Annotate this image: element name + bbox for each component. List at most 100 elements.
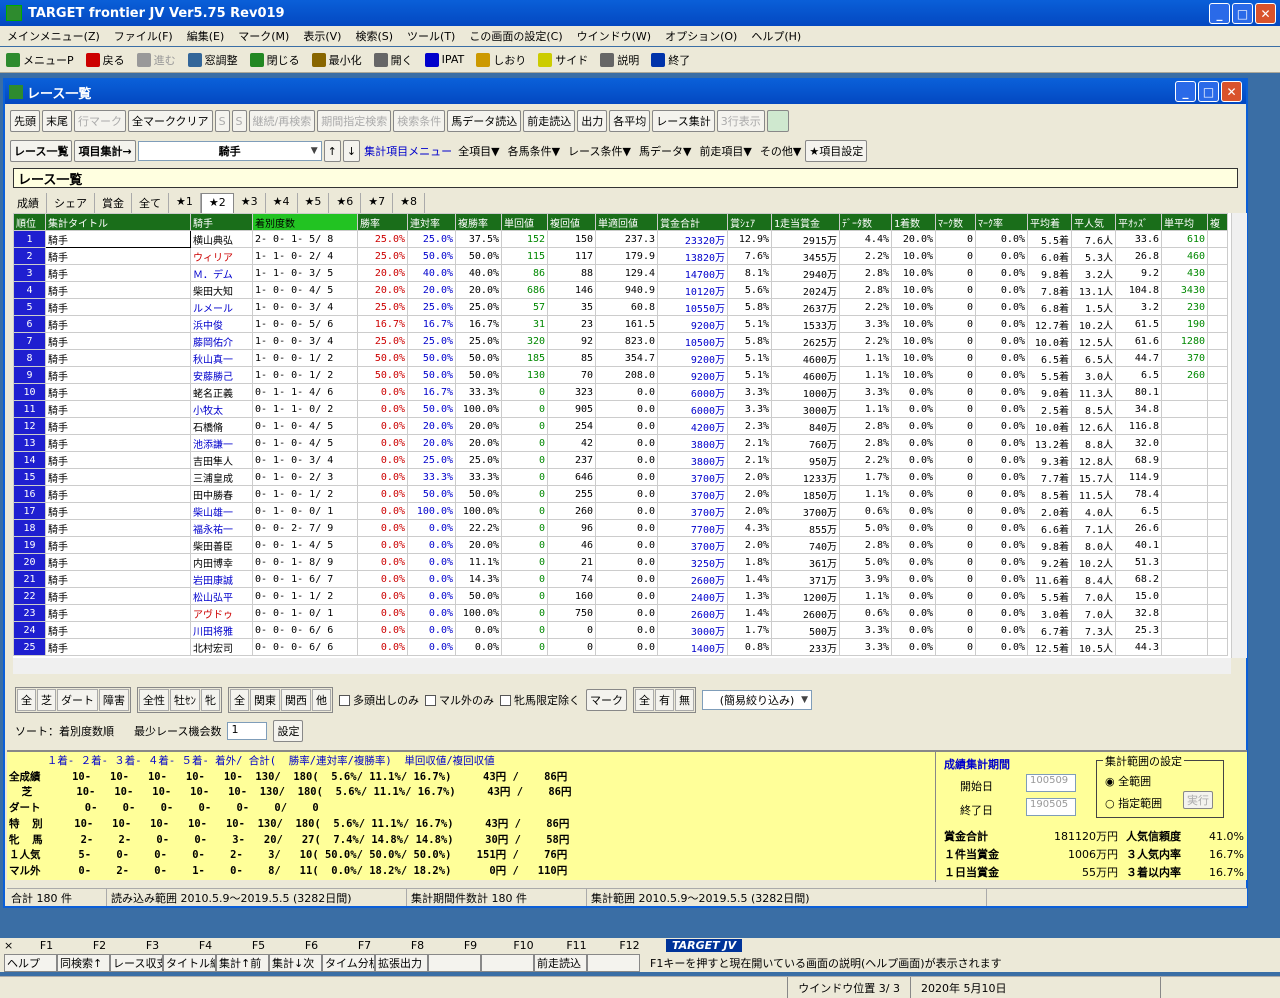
- horizontal-scrollbar[interactable]: [13, 658, 1231, 674]
- fkey-button-11[interactable]: [587, 954, 640, 972]
- tab-10[interactable]: ★7: [361, 193, 394, 213]
- menu-item-5[interactable]: 検索(S): [348, 28, 400, 44]
- action-button-5[interactable]: S: [231, 110, 247, 132]
- exec-button[interactable]: 実行: [1183, 791, 1213, 809]
- action-button-13[interactable]: レース集計: [652, 110, 715, 132]
- menu-item-6[interactable]: ツール(T): [400, 28, 462, 44]
- region-filter-option-2[interactable]: 関西: [281, 689, 311, 711]
- column-header-15[interactable]: ﾏｰｸ数: [935, 213, 976, 231]
- menu-item-1[interactable]: ファイル(F): [107, 28, 180, 44]
- sort-down-button[interactable]: ↓: [342, 140, 361, 162]
- column-header-13[interactable]: ﾃﾞｰﾀ数: [839, 213, 892, 231]
- child-close-button[interactable]: ✕: [1221, 81, 1242, 102]
- start-date-input[interactable]: 100509: [1026, 774, 1076, 792]
- dropdown-2[interactable]: レース条件▼: [566, 143, 633, 159]
- fkey-button-1[interactable]: 同検索↑: [57, 954, 110, 972]
- tab-2[interactable]: 賞金: [95, 193, 132, 213]
- column-header-6[interactable]: 複勝率: [455, 213, 502, 231]
- tab-8[interactable]: ★5: [298, 193, 330, 213]
- table-row[interactable]: 20 騎手 内田博幸 0- 0- 1- 8/ 9 0.0% 0.0% 11.1% 0 21 0.0…: [13, 553, 1228, 571]
- table-row[interactable]: 11 騎手 小牧太 0- 1- 1- 0/ 2 0.0% 50.0% 100.0% 0 905 0…: [13, 400, 1228, 418]
- fkey-button-3[interactable]: タイトル編集: [163, 954, 216, 972]
- table-row[interactable]: 7 騎手 藤岡佑介 1- 0- 0- 3/ 4 25.0% 25.0% 25.0% 320 92…: [13, 332, 1228, 350]
- filter-checkbox-0[interactable]: 多頭出しのみ: [339, 692, 419, 708]
- table-row[interactable]: 5 騎手 ルメール 1- 0- 0- 3/ 4 25.0% 25.0% 25.0% 57 35 6…: [13, 298, 1228, 316]
- table-row[interactable]: 1 騎手 横山典弘 2- 0- 1- 5/ 8 25.0% 25.0% 37.5% 152 15…: [13, 230, 1228, 248]
- column-header-8[interactable]: 複回値: [547, 213, 596, 231]
- column-header-18[interactable]: 平人気: [1071, 213, 1116, 231]
- table-row[interactable]: 24 騎手 川田将雅 0- 0- 0- 6/ 6 0.0% 0.0% 0.0% 0 0 0.0 30…: [13, 621, 1228, 639]
- column-header-14[interactable]: 1着数: [891, 213, 936, 231]
- column-header-19[interactable]: 平ｵｯｽﾞ: [1115, 213, 1162, 231]
- exit-figure-icon[interactable]: [766, 110, 789, 132]
- menu-item-0[interactable]: メインメニュー(Z): [0, 28, 107, 44]
- fkey-button-2[interactable]: レース収支: [110, 954, 163, 972]
- track-filter-option-2[interactable]: ダート: [57, 689, 98, 711]
- table-row[interactable]: 18 騎手 福永祐一 0- 0- 2- 7/ 9 0.0% 0.0% 22.2% 0 96 0.0…: [13, 519, 1228, 537]
- toolbar-button-0[interactable]: メニューP: [0, 52, 80, 68]
- vertical-scrollbar[interactable]: [1231, 213, 1247, 658]
- toolbar-button-9[interactable]: サイド: [532, 52, 594, 68]
- tab-5[interactable]: ★2: [200, 193, 234, 213]
- action-button-14[interactable]: 3行表示: [716, 110, 765, 132]
- column-header-10[interactable]: 賞金合計: [657, 213, 728, 231]
- action-button-10[interactable]: 前走読込: [523, 110, 576, 132]
- toolbar-button-1[interactable]: 戻る: [80, 52, 131, 68]
- item-aggregate-button[interactable]: 項目集計→: [74, 140, 136, 162]
- table-row[interactable]: 8 騎手 秋山真一 1- 0- 0- 1/ 2 50.0% 50.0% 50.0% 185 85…: [13, 349, 1228, 367]
- table-row[interactable]: 12 騎手 石橋脩 0- 1- 0- 4/ 5 0.0% 20.0% 20.0% 0 254 0.…: [13, 417, 1228, 435]
- column-header-9[interactable]: 単適回値: [595, 213, 658, 231]
- table-row[interactable]: 14 騎手 吉田隼人 0- 1- 0- 3/ 4 0.0% 25.0% 25.0% 0 237 0…: [13, 451, 1228, 469]
- toolbar-button-2[interactable]: 進む: [131, 52, 182, 68]
- action-button-12[interactable]: 各平均: [609, 110, 651, 132]
- toolbar-button-5[interactable]: 最小化: [306, 52, 368, 68]
- action-button-1[interactable]: 末尾: [42, 110, 72, 132]
- action-button-0[interactable]: 先頭: [10, 110, 40, 132]
- dropdown-0[interactable]: 全項目▼: [456, 143, 501, 159]
- min-race-input[interactable]: 1: [227, 722, 268, 740]
- table-row[interactable]: 15 騎手 三浦皇成 0- 1- 0- 2/ 3 0.0% 33.3% 33.3% 0 646 0…: [13, 468, 1228, 486]
- range-specified-radio[interactable]: ○ 指定範囲: [1105, 795, 1162, 811]
- column-header-20[interactable]: 単平均: [1161, 213, 1208, 231]
- column-header-1[interactable]: 集計タイトル: [45, 213, 191, 231]
- column-header-4[interactable]: 勝率: [357, 213, 408, 231]
- action-button-6[interactable]: 継続/再検索: [248, 110, 316, 132]
- mark-filter-option-1[interactable]: 有: [655, 689, 674, 711]
- sort-up-button[interactable]: ↑: [323, 140, 341, 162]
- maximize-button[interactable]: □: [1232, 3, 1253, 24]
- fkey-button-9[interactable]: [481, 954, 534, 972]
- dropdown-4[interactable]: 前走項目▼: [697, 143, 753, 159]
- toolbar-button-3[interactable]: 窓調整: [182, 52, 244, 68]
- simple-filter-select[interactable]: (簡易絞り込み): [702, 690, 812, 710]
- sex-filter-option-2[interactable]: 牝: [201, 689, 220, 711]
- dropdown-5[interactable]: その他▼: [758, 143, 803, 159]
- aggregate-item-select[interactable]: 騎手: [137, 141, 322, 161]
- toolbar-button-11[interactable]: 終了: [645, 52, 696, 68]
- action-button-8[interactable]: 検索条件: [393, 110, 446, 132]
- action-button-3[interactable]: 全マーククリア: [128, 110, 213, 132]
- menu-item-8[interactable]: ウインドウ(W): [570, 28, 658, 44]
- race-list-button[interactable]: レース一覧: [10, 140, 73, 162]
- table-row[interactable]: 22 騎手 松山弘平 0- 0- 1- 1/ 2 0.0% 0.0% 50.0% 0 160 0.…: [13, 587, 1228, 605]
- table-row[interactable]: 9 騎手 安藤勝己 1- 0- 0- 1/ 2 50.0% 50.0% 50.0% 130 70…: [13, 366, 1228, 384]
- fkey-button-8[interactable]: [428, 954, 481, 972]
- fkey-button-10[interactable]: 前走読込: [534, 954, 587, 972]
- end-date-input[interactable]: 190505: [1026, 798, 1076, 816]
- table-row[interactable]: 23 騎手 アヴドゥ 0- 0- 1- 0/ 1 0.0% 0.0% 100.0% 0 750 0…: [13, 604, 1228, 622]
- menu-item-4[interactable]: 表示(V): [296, 28, 348, 44]
- region-filter-option-0[interactable]: 全: [230, 689, 249, 711]
- table-row[interactable]: 4 騎手 柴田大知 1- 0- 0- 4/ 5 20.0% 20.0% 20.0% 686 14…: [13, 281, 1228, 299]
- tab-1[interactable]: シェア: [47, 193, 95, 213]
- menu-item-10[interactable]: ヘルプ(H): [744, 28, 808, 44]
- track-filter-option-0[interactable]: 全: [17, 689, 36, 711]
- sex-filter-option-0[interactable]: 全性: [139, 689, 169, 711]
- mark-filter-option-0[interactable]: 全: [635, 689, 654, 711]
- column-header-2[interactable]: 騎手: [190, 213, 253, 231]
- table-row[interactable]: 17 騎手 柴山雄一 0- 1- 0- 0/ 1 0.0% 100.0% 100.0% 0 26…: [13, 502, 1228, 520]
- item-setting-button[interactable]: ★項目設定: [805, 140, 868, 162]
- fkey-button-4[interactable]: 集計↑前: [216, 954, 269, 972]
- column-header-5[interactable]: 連対率: [407, 213, 456, 231]
- sex-filter-option-1[interactable]: 牡ｾﾝ: [170, 689, 200, 711]
- menu-item-9[interactable]: オプション(O): [658, 28, 744, 44]
- fkey-close-icon[interactable]: ×: [0, 939, 20, 952]
